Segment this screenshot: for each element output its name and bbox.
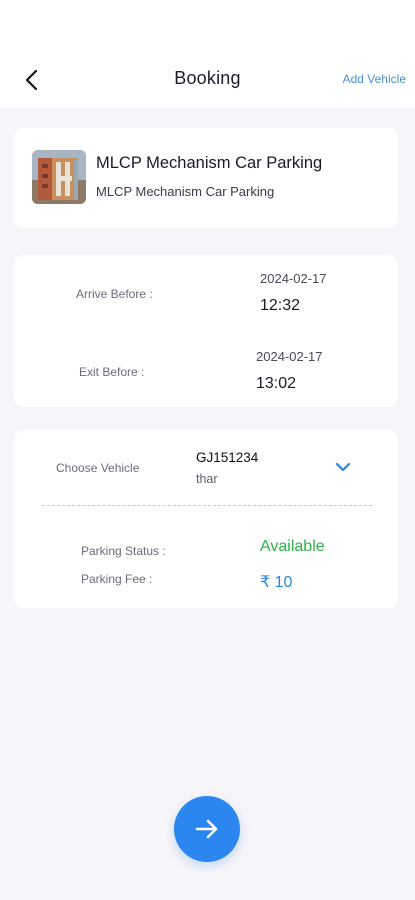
parking-status-label: Parking Status :: [81, 544, 166, 558]
parking-status-value: Available: [260, 538, 325, 555]
parking-thumbnail: [32, 150, 86, 204]
parking-building-image: [32, 150, 86, 204]
exit-date[interactable]: 2024-02-17: [256, 349, 323, 364]
choose-vehicle-label: Choose Vehicle: [56, 461, 140, 475]
arrive-date[interactable]: 2024-02-17: [260, 271, 327, 286]
proceed-button[interactable]: [174, 796, 240, 862]
arrive-time[interactable]: 12:32: [260, 297, 300, 315]
vehicle-model[interactable]: thar: [196, 472, 218, 486]
parking-name: MLCP Mechanism Car Parking: [96, 154, 323, 172]
exit-label: Exit Before :: [79, 365, 145, 379]
exit-time[interactable]: 13:02: [256, 375, 296, 393]
dashed-divider: [42, 505, 372, 506]
add-vehicle-link[interactable]: Add Vehicle: [343, 72, 406, 86]
vehicle-dropdown[interactable]: [334, 460, 354, 476]
parking-fee-value: ₹ 10: [260, 574, 293, 591]
vehicle-number[interactable]: GJ151234: [196, 450, 258, 465]
parking-subtitle: MLCP Mechanism Car Parking: [96, 184, 275, 199]
header-bar: Booking Add Vehicle: [0, 0, 415, 108]
chevron-down-icon: [335, 462, 351, 472]
parking-card[interactable]: MLCP Mechanism Car Parking MLCP Mechanis…: [14, 128, 398, 228]
parking-fee-label: Parking Fee :: [81, 572, 153, 586]
vehicle-card: Choose Vehicle GJ151234 thar Parking Sta…: [14, 430, 398, 608]
arrive-label: Arrive Before :: [76, 287, 153, 301]
arrow-right-icon: [195, 819, 218, 839]
booking-screen: Booking Add Vehicle MLCP Mechanism Car P…: [0, 0, 415, 900]
time-card: Arrive Before : 2024-02-17 12:32 Exit Be…: [14, 255, 398, 407]
